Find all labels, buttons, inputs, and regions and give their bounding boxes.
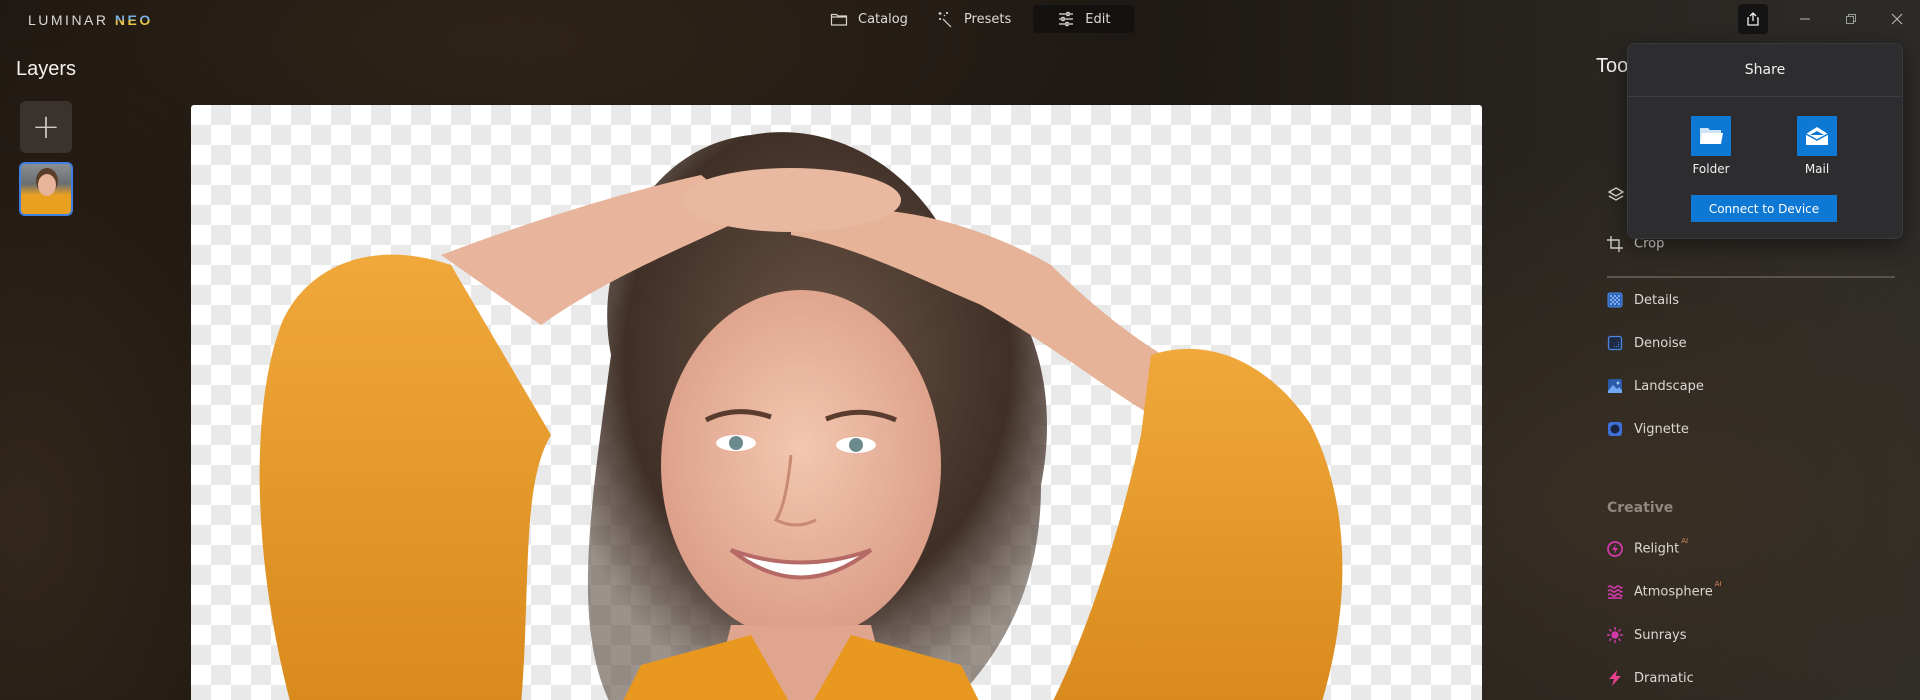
restore-icon [1846,14,1856,24]
layer-thumbnail[interactable] [19,162,73,216]
left-sleeve [259,254,551,700]
mail-tile [1797,116,1837,156]
tool-dramatic-label: Dramatic [1634,670,1694,686]
tab-catalog[interactable]: Catalog [818,5,920,33]
ai-badge: AI [1714,580,1722,589]
atmosphere-icon [1607,585,1623,599]
folder-icon [830,13,848,26]
tool-sunrays-label: Sunrays [1634,627,1687,643]
crop-icon [1607,236,1623,252]
tab-edit[interactable]: Edit [1033,5,1135,33]
tool-details[interactable]: Details [1606,288,1679,312]
right-sleeve [1053,348,1343,700]
tool-vignette-label: Vignette [1634,421,1689,437]
close-icon [1891,13,1903,25]
folder-tile [1691,116,1731,156]
sunrays-icon [1607,627,1623,643]
close-button[interactable] [1874,4,1920,34]
hands [681,168,901,232]
section-divider [1607,276,1895,278]
share-popover: Share Folder Mail Connect to Device [1627,43,1903,239]
app-logo: LUMINAR NEO [28,12,153,28]
tool-vignette[interactable]: Vignette [1606,417,1689,441]
tool-dramatic[interactable]: Dramatic [1606,666,1694,690]
layer-thumbnail-face [38,174,56,196]
window-controls [1738,4,1920,34]
restore-button[interactable] [1828,4,1874,34]
layers-stack-icon [1607,187,1625,201]
sliders-icon [1059,11,1074,27]
tab-catalog-label: Catalog [858,11,908,27]
face [661,290,941,640]
landscape-icon [1608,379,1622,393]
layers-panel-title: Layers [16,58,77,80]
tool-landscape-label: Landscape [1634,378,1704,394]
share-button[interactable] [1738,4,1768,34]
details-icon [1607,292,1623,308]
tool-relight[interactable]: RelightAI [1606,537,1688,561]
tool-sunrays[interactable]: Sunrays [1606,623,1687,647]
vignette-icon [1608,422,1622,436]
ai-badge: AI [1681,537,1689,546]
mail-icon [1805,127,1829,145]
top-navigation: Catalog Presets Edit [818,5,1135,33]
logo-secondary: NEO [114,12,153,28]
tab-presets-label: Presets [963,11,1012,27]
dramatic-icon [1609,670,1621,686]
minimize-icon [1800,18,1810,20]
tab-presets[interactable]: Presets [924,5,1023,33]
image-canvas[interactable] [191,105,1482,700]
section-creative-title: Creative [1607,500,1674,516]
folder-icon [1700,128,1723,144]
share-icon [1747,12,1759,26]
tool-atmosphere-label: Atmosphere [1634,584,1713,600]
tool-details-label: Details [1634,292,1680,308]
magic-wand-icon [938,12,952,28]
photo-subject [259,132,1343,700]
share-target-folder-label: Folder [1692,162,1730,176]
tab-edit-label: Edit [1085,11,1111,27]
logo-primary: LUMINAR [28,12,109,28]
plus-icon: + [31,107,61,147]
denoise-icon [1607,335,1623,351]
tool-atmosphere[interactable]: AtmosphereAI [1606,580,1722,604]
share-popover-title: Share [1628,44,1902,97]
share-target-mail[interactable]: Mail [1797,116,1837,176]
relight-icon [1607,541,1623,557]
add-layer-button[interactable]: + [20,101,72,153]
share-target-folder[interactable]: Folder [1691,116,1731,176]
minimize-button[interactable] [1782,4,1828,34]
share-target-mail-label: Mail [1804,162,1830,176]
tool-relight-label: Relight [1634,541,1680,557]
connect-to-device-button[interactable]: Connect to Device [1691,195,1837,222]
share-targets: Folder Mail [1691,116,1837,176]
tool-denoise[interactable]: Denoise [1606,331,1687,355]
tool-denoise-label: Denoise [1634,335,1687,351]
tool-landscape[interactable]: Landscape [1606,374,1704,398]
